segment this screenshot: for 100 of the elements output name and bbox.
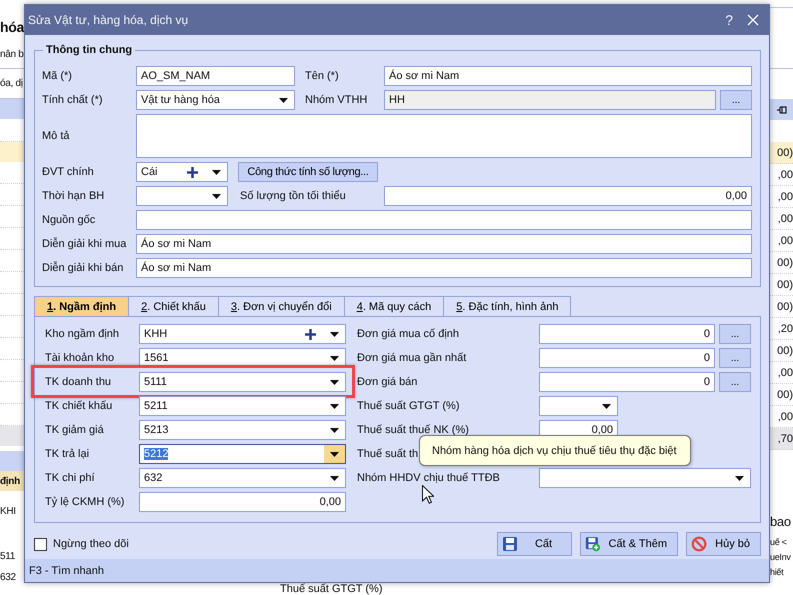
field-label: Thời hạn BH [42,190,106,202]
caret-icon[interactable] [279,98,288,102]
selected-row [0,142,24,162]
background-text: uế < [770,536,787,546]
field-label: Đơn giá mua cố định [357,328,460,340]
background-text: ueInv [770,552,791,562]
field-label: Đơn giá bán [357,376,418,388]
field-label: Thuế suất th [357,448,418,460]
checkbox-label[interactable]: Ngừng theo dõi [53,538,489,550]
field-label: TK chiết khấu [45,400,114,412]
dropdown-field[interactable]: 632 [139,468,346,488]
text-field[interactable] [136,210,752,230]
field-label: Đơn giá mua gần nhất [357,352,468,364]
dropdown-field[interactable]: Cái [136,162,228,182]
dropdown-field[interactable]: 5111 [139,372,346,392]
field-label: Nhóm VTHH [305,94,368,106]
browse-button[interactable]: ... [719,348,751,368]
field-label: Thuế suất GTGT (%) [357,400,460,412]
table-cell: 00) [770,142,793,164]
total-row [0,426,24,446]
text-field[interactable]: HH [384,90,716,110]
background-text: 511 [0,550,16,562]
caret-icon[interactable] [330,380,339,384]
table-cell: ,70 [770,428,793,450]
field-label: ĐVT chính [42,166,95,178]
caret-icon[interactable] [735,476,744,480]
cancel-icon [691,535,708,553]
field-label: Diễn giải khi mua [42,238,128,250]
field-label: TK doanh thu [45,376,112,388]
save-add-icon [585,535,600,553]
background-text: bao [770,514,791,528]
text-field[interactable]: Áo sơ mi Nam [136,234,752,254]
field-label: Số lượng tồn tối thiểu [240,190,347,202]
save-new-button[interactable]: Cất & Thêm [580,532,678,556]
dropdown-field[interactable]: 5213 [139,420,346,440]
dropdown-field[interactable]: Vật tư hàng hóa [136,90,295,110]
number-field[interactable]: 0 [539,324,715,344]
field-label: TK giảm giá [45,424,105,436]
field-label: Diễn giải khi bán [42,262,124,274]
close-icon[interactable] [747,14,759,26]
cancel-button[interactable]: Hủy bỏ [686,532,761,556]
tab[interactable]: 5. Đặc tính, hình ảnh [443,296,572,316]
field-label: Nguồn gốc [42,214,96,226]
save-icon [502,536,518,552]
dropdown-field[interactable] [136,186,228,206]
help-button[interactable]: ? [725,12,733,28]
field-label: Mô tả [42,130,71,142]
number-field[interactable]: 0 [539,348,715,368]
background-text: nân b [0,48,24,60]
field-label: Kho ngầm định [45,328,120,340]
text-field[interactable]: Áo sơ mi Nam [136,258,752,278]
caret-icon[interactable] [330,332,339,336]
caret-icon[interactable] [330,452,339,456]
field-label: Tên (*) [305,70,340,82]
checkbox[interactable] [34,538,47,550]
number-field[interactable]: 0,00 [139,492,346,512]
number-field[interactable]: 0,00 [384,186,752,206]
background-text: Thuế suất GTGT (%) [280,583,384,595]
caret-icon[interactable] [212,194,221,198]
field-label: Tài khoản kho [45,352,116,364]
dropdown-field[interactable]: 5211 [139,396,346,416]
dropdown-field[interactable]: KHH [139,324,346,344]
save-button[interactable]: Cất [497,532,572,556]
dropdown-field[interactable] [539,468,751,488]
field-label: Tỷ lệ CKMH (%) [45,496,126,508]
browse-button[interactable]: ... [719,324,751,344]
background-text: 632 [0,572,16,582]
field-label: Thuế suất thuế NK (%) [357,424,470,436]
caret-icon[interactable] [330,404,339,408]
formula-button[interactable]: Công thức tính số lượng... [238,162,378,182]
tooltip: Nhóm hàng hóa dịch vụ chịu thuế tiêu thụ đặc biệt [419,435,691,466]
add-icon[interactable] [187,166,198,178]
caret-icon[interactable] [330,428,339,432]
caret-icon[interactable] [602,404,611,408]
pin-icon[interactable] [776,104,786,114]
number-field[interactable]: 0 [539,372,715,392]
field-label: Nhóm HHDV chịu thuế TTĐB [357,472,501,484]
add-icon[interactable] [305,328,316,340]
tab[interactable]: 1. Ngầm định [34,296,130,316]
field-label: Mã (*) [42,70,73,82]
caret-icon[interactable] [212,170,221,174]
shortcut-hint: F3 - Tìm nhanh [29,564,104,576]
header-bar [0,451,24,471]
background-text: hóa [0,19,24,35]
field-label: TK chi phí [45,472,96,484]
dropdown-field[interactable] [539,396,618,416]
header-bar [0,99,24,119]
background-text: KHI [0,506,16,516]
browse-button[interactable]: ... [719,372,751,392]
background-text: hiết [770,566,784,576]
text-field[interactable]: Áo sơ mi Nam [384,66,752,86]
background-text: óa, dị [0,78,23,89]
caret-icon[interactable] [330,476,339,480]
text-area[interactable] [136,114,752,158]
text-field[interactable]: AO_SM_NAM [136,66,295,86]
browse-button[interactable]: ... [720,90,752,110]
caret-icon[interactable] [330,356,339,360]
dropdown-field[interactable]: 5212 [139,444,346,464]
section-header: định [0,471,24,491]
field-label: Tính chất (*) [42,94,104,106]
